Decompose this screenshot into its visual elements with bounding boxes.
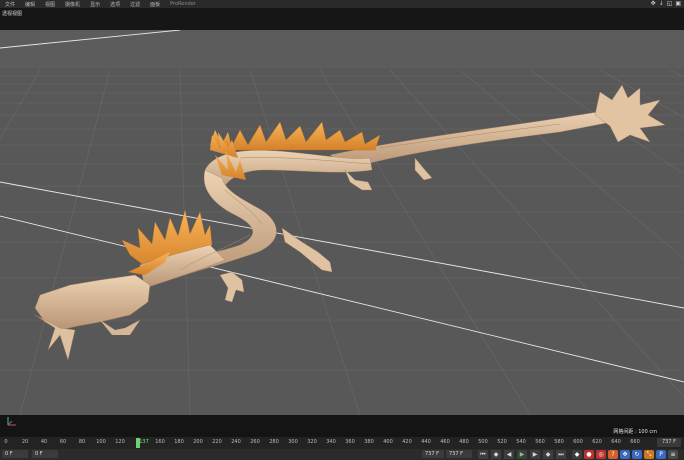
end-frame-field[interactable]: 737 F (446, 450, 472, 458)
tick-label: 540 (516, 439, 526, 445)
tick-label: 360 (345, 439, 355, 445)
viewport-sky (0, 30, 684, 70)
prev-key-icon[interactable]: ◆ (491, 450, 501, 459)
selection-key-icon[interactable]: ? (608, 450, 618, 459)
next-key-icon[interactable]: ◆ (543, 450, 553, 459)
move-icon[interactable]: ✥ (651, 0, 656, 8)
scale-key-icon[interactable]: ⤡ (644, 450, 654, 459)
tick-label: 0 (4, 439, 8, 445)
tick-label: 80 (78, 439, 86, 445)
tick-label: 120 (115, 439, 125, 445)
tick-label: 40 (40, 439, 48, 445)
tick-label: 480 (459, 439, 469, 445)
tick-label: 660 (630, 439, 640, 445)
menu-prorender[interactable]: ProRender (165, 1, 201, 7)
tick-label: 300 (288, 439, 298, 445)
timeline-menu-icon[interactable]: ≡ (668, 450, 678, 459)
tick-label: 560 (535, 439, 545, 445)
tick-label: 240 (231, 439, 241, 445)
next-frame-icon[interactable]: ▶ (530, 450, 540, 459)
position-key-icon[interactable]: ✥ (620, 450, 630, 459)
viewport-menubar: 文件 编辑 视图 摄像机 显示 选项 过滤 面板 ProRender ✥ ↓ ◱… (0, 0, 684, 8)
axis-gizmo (6, 415, 18, 427)
grid-spacing-readout: 网格间距 : 100 cm (613, 429, 657, 435)
rotation-key-icon[interactable]: ↻ (632, 450, 642, 459)
go-end-icon[interactable]: ⏭ (556, 450, 566, 459)
viewport-header: 透视视图 (0, 8, 684, 30)
tick-label: 320 (307, 439, 317, 445)
layout-icon[interactable]: ▣ (675, 0, 681, 8)
preview-end-field[interactable]: 737 F (422, 450, 444, 458)
tick-label: 500 (478, 439, 488, 445)
tick-label: 60 (59, 439, 67, 445)
menu-options[interactable]: 选项 (105, 1, 125, 8)
tick-label: 640 (611, 439, 621, 445)
viewport-title: 透视视图 (2, 11, 23, 17)
tick-label: 620 (592, 439, 602, 445)
menu-file[interactable]: 文件 (0, 1, 20, 8)
tick-label: 460 (440, 439, 450, 445)
tick-label: 340 (326, 439, 336, 445)
play-icon[interactable]: ▶ (517, 450, 527, 459)
menu-panel[interactable]: 面板 (145, 1, 165, 8)
tick-label: 420 (402, 439, 412, 445)
autokey-icon[interactable]: ◎ (596, 450, 606, 459)
start-frame-field[interactable]: 0 F (2, 450, 28, 458)
menu-display[interactable]: 显示 (85, 1, 105, 8)
tick-label: 160 (155, 439, 165, 445)
menu-view[interactable]: 视图 (40, 1, 60, 8)
preview-start-field[interactable]: 0 F (32, 450, 58, 458)
tick-label: 100 (96, 439, 106, 445)
pin-icon[interactable]: ↓ (659, 0, 664, 8)
tick-label: 380 (364, 439, 374, 445)
tick-label: 220 (212, 439, 222, 445)
tick-label: 600 (573, 439, 583, 445)
end-frame-display: 737 F (657, 438, 681, 447)
tick-label: 440 (421, 439, 431, 445)
menu-edit[interactable]: 编辑 (20, 1, 40, 8)
tick-label: 20 (21, 439, 29, 445)
tick-label: 520 (497, 439, 507, 445)
tick-label: 280 (269, 439, 279, 445)
prev-frame-icon[interactable]: ◀ (504, 450, 514, 459)
viewport-footer: 网格间距 : 100 cm (0, 415, 684, 437)
go-start-icon[interactable]: ⏮ (478, 450, 488, 459)
menu-filter[interactable]: 过滤 (125, 1, 145, 8)
transport-bar: 0 F 0 F 737 F 737 F ⏮ ◆ ◀ ▶ ▶ ◆ ⏭ ◆ ● ◎ … (0, 449, 684, 460)
window-icon[interactable]: ◱ (667, 0, 673, 8)
tick-label: 400 (383, 439, 393, 445)
perspective-viewport[interactable] (0, 30, 684, 415)
viewport-nav-icons: ✥ ↓ ◱ ▣ (651, 0, 681, 8)
tick-label: 260 (250, 439, 260, 445)
tick-label: 180 (174, 439, 184, 445)
current-frame-label: 137 (139, 439, 149, 445)
tick-label: 580 (554, 439, 564, 445)
timeline-ruler[interactable]: 0 20 40 60 80 100 120 137 160 180 200 22… (0, 437, 684, 449)
menu-camera[interactable]: 摄像机 (60, 1, 85, 8)
record-icon[interactable]: ● (584, 450, 594, 459)
tick-label: 200 (193, 439, 203, 445)
param-key-icon[interactable]: P (656, 450, 666, 459)
viewport-scene (0, 30, 684, 415)
keyframe-icon[interactable]: ◆ (572, 450, 582, 459)
